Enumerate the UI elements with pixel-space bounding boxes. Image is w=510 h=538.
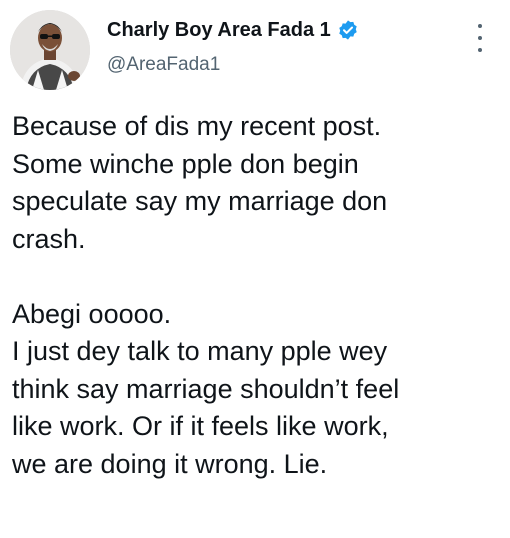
tweet-line: like work. Or if it feels like work, [12,411,389,441]
tweet-paragraph-1: Because of dis my recent post. Some winc… [12,108,502,258]
tweet-line: we are doing it wrong. Lie. [12,448,328,479]
tweet-line: Some winche pple don begin [12,148,359,179]
more-dot [478,36,482,40]
tweet-line: crash. [12,223,86,254]
tweet-line: Abegi ooooo. [12,298,172,329]
tweet-paragraph-2: Abegi ooooo. I just dey talk to many ppl… [12,296,502,484]
verified-badge-icon [337,19,359,41]
tweet-line: speculate say my marriage don [12,186,388,216]
more-dot [478,24,482,28]
tweet-header: Charly Boy Area Fada 1 @AreaFada1 [10,10,500,90]
user-info: Charly Boy Area Fada 1 @AreaFada1 [107,14,467,76]
tweet-line: I just dey talk to many pple wey [12,336,388,366]
more-options-icon[interactable] [472,24,488,52]
tweet-line: Because of dis my recent post. [12,111,382,141]
avatar[interactable] [10,10,90,90]
tweet-line: think say marriage shouldn’t feel [12,373,400,404]
name-row: Charly Boy Area Fada 1 [107,14,467,46]
avatar-image [10,10,90,90]
more-dot [478,48,482,52]
user-handle[interactable]: @AreaFada1 [107,54,467,76]
display-name[interactable]: Charly Boy Area Fada 1 [107,19,331,42]
tweet-card: Charly Boy Area Fada 1 @AreaFada1 Becaus… [0,0,510,538]
tweet-text: Because of dis my recent post. Some winc… [12,108,502,483]
